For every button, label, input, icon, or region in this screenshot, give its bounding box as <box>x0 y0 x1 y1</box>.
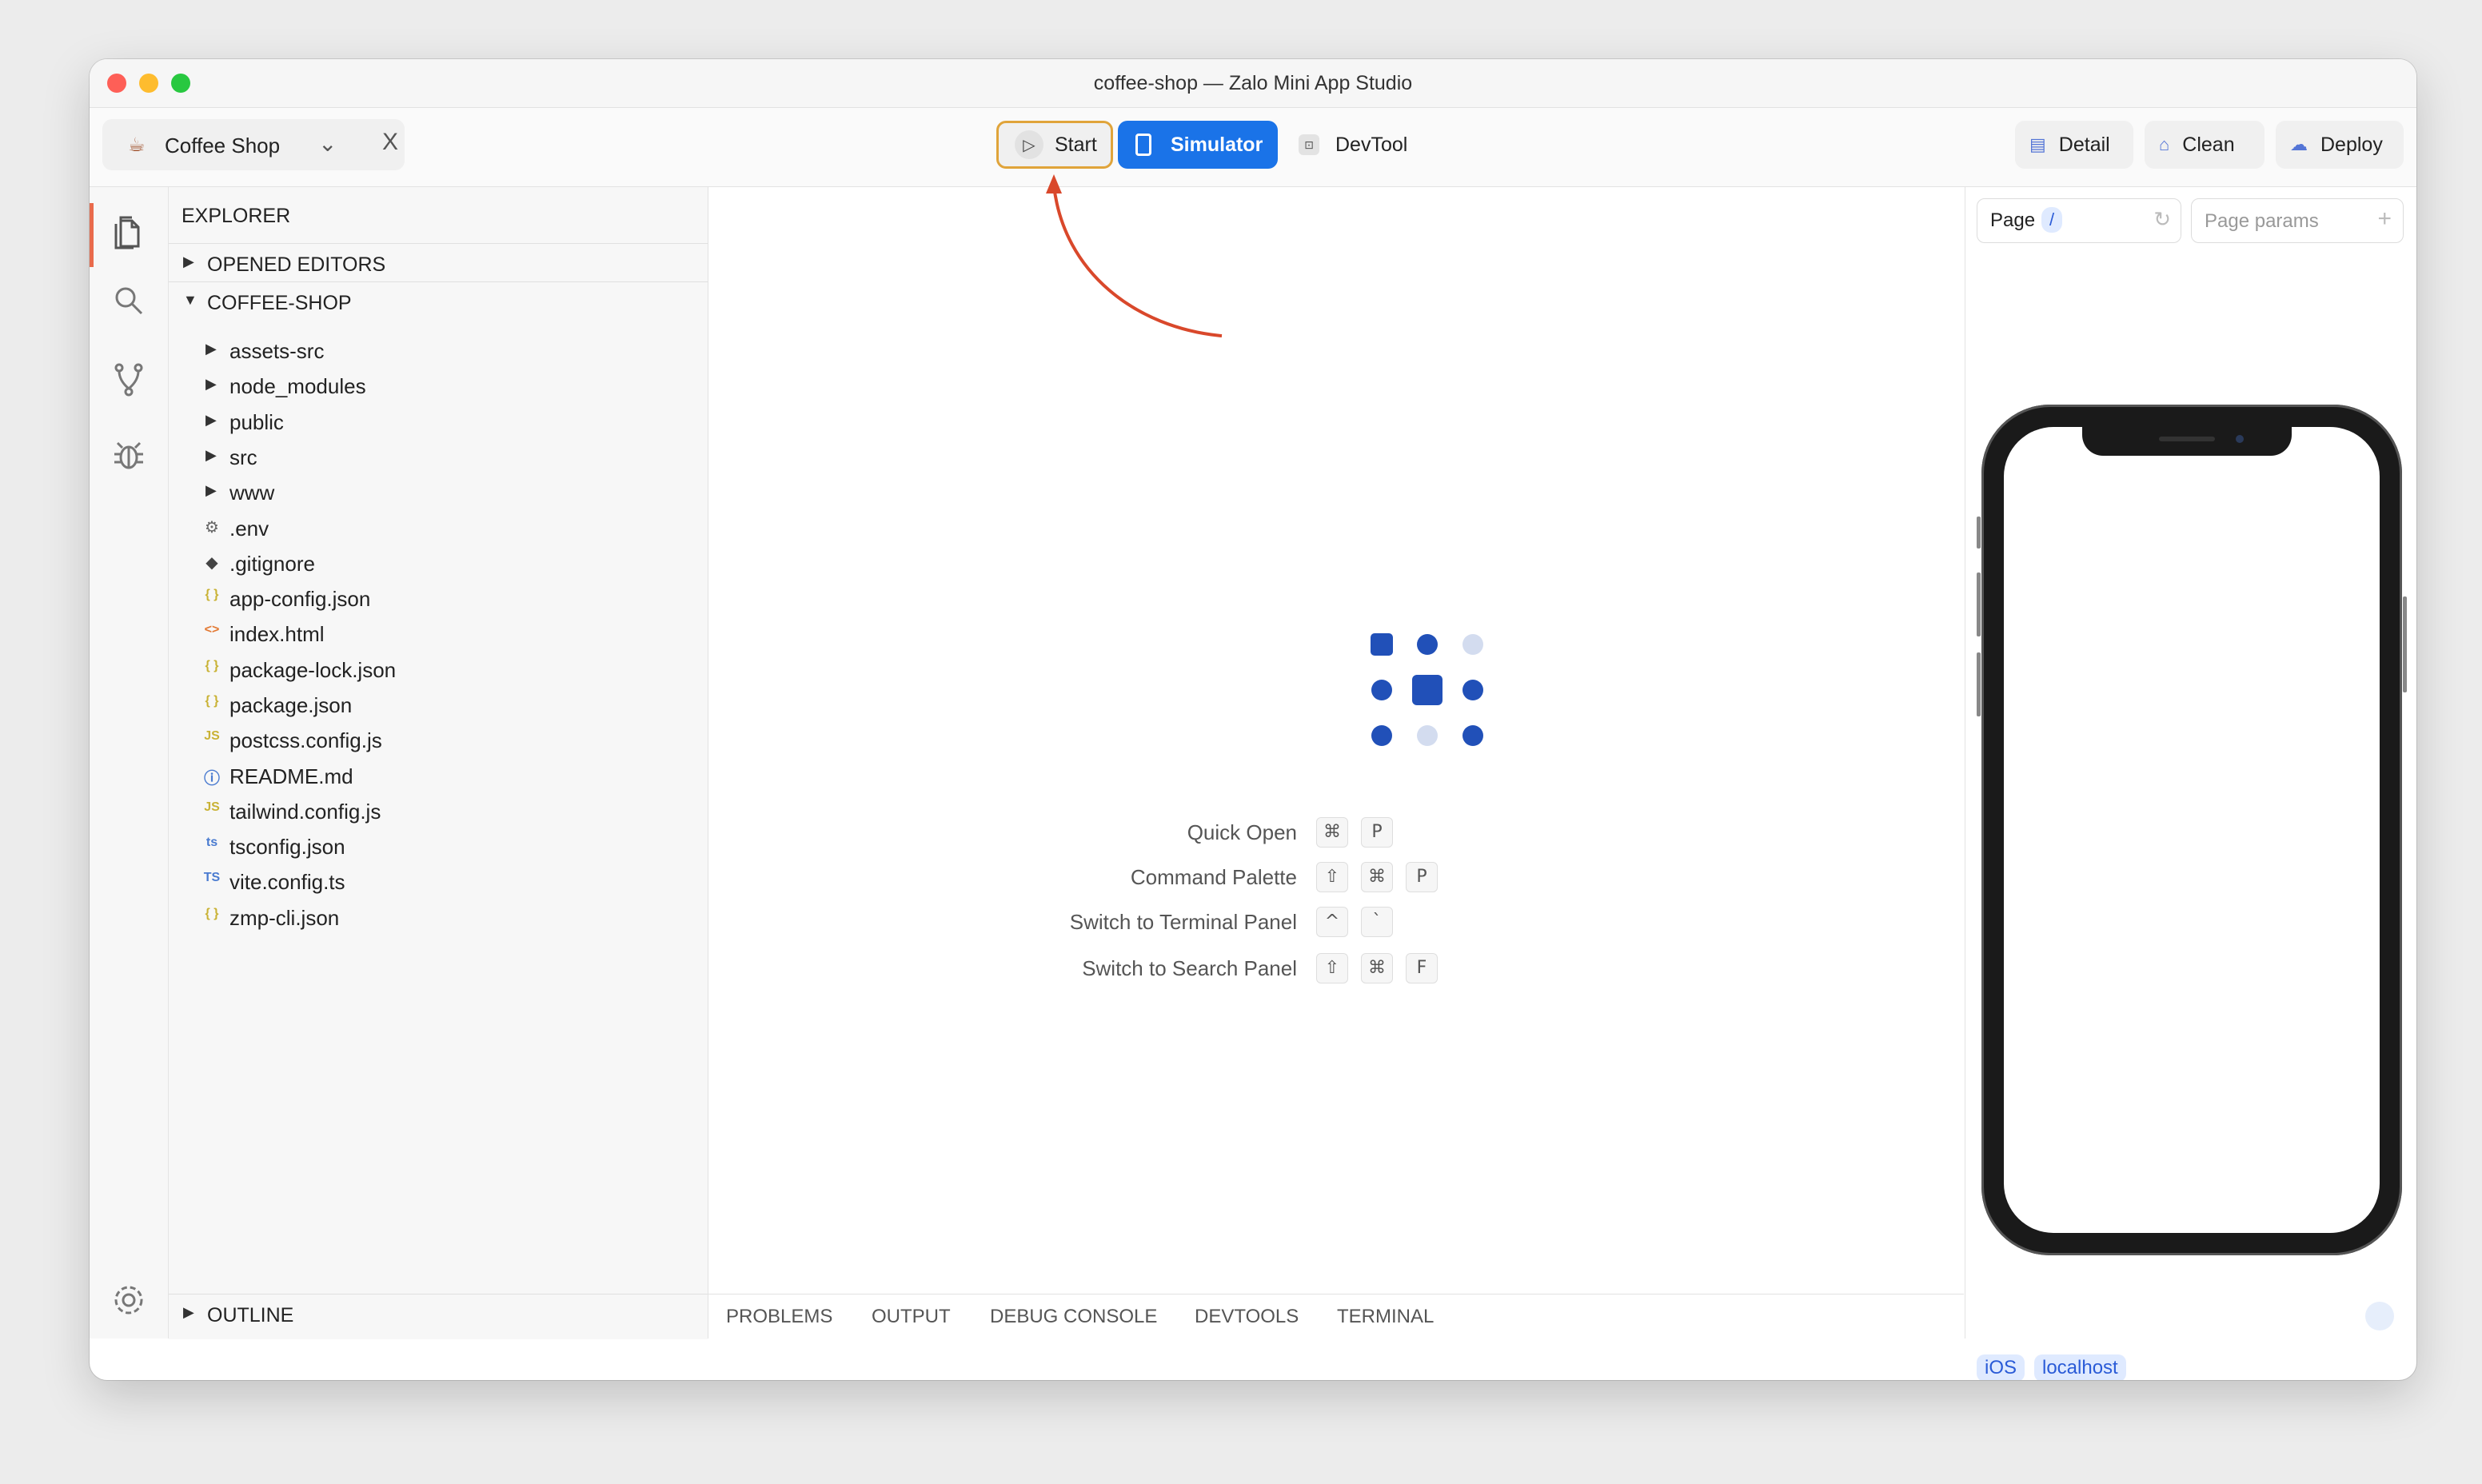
annotation-arrow <box>1046 174 1223 337</box>
